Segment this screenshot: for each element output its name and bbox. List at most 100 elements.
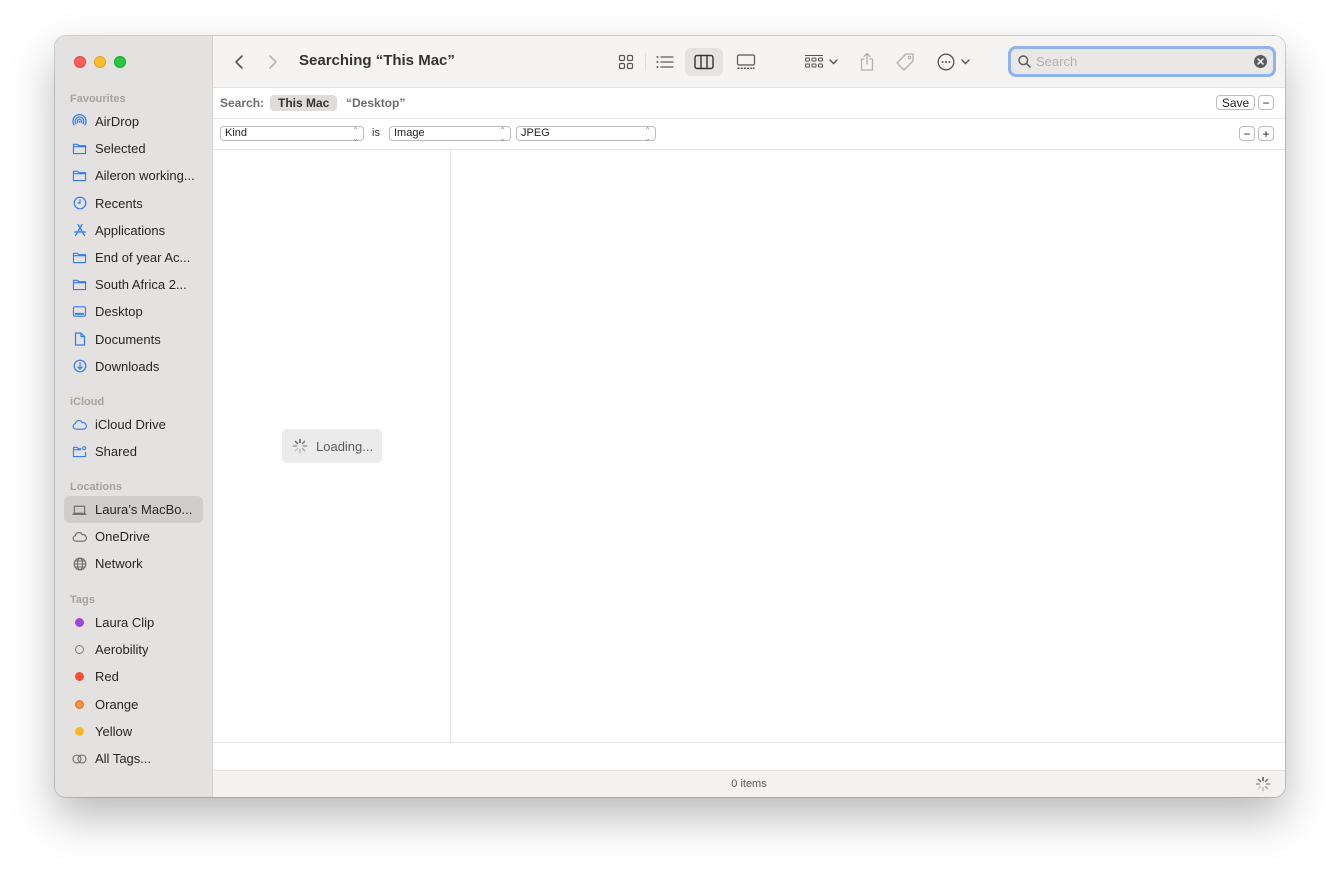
sidebar-tag-aerobility[interactable]: Aerobility — [64, 636, 203, 663]
close-icon — [1257, 58, 1264, 65]
folder-icon — [72, 141, 87, 156]
scope-desktop-button[interactable]: “Desktop” — [338, 95, 413, 111]
main-area: Searching “This Mac” Search Search: This… — [213, 36, 1285, 797]
sidebar-item-icloud-drive[interactable]: iCloud Drive — [64, 411, 203, 438]
sidebar-item-label: Applications — [95, 222, 166, 238]
sidebar-item-network[interactable]: Network — [64, 550, 203, 577]
criteria-subvalue-select[interactable]: JPEG ⌃ ⌃ — [516, 126, 656, 143]
sidebar-item-applications[interactable]: Applications — [64, 217, 203, 244]
toolbar-divider — [645, 53, 646, 71]
sidebar-item-aileron-working[interactable]: Aileron working... — [64, 162, 203, 189]
sidebar-item-documents[interactable]: Documents — [64, 326, 203, 353]
sidebar-item-label: Aerobility — [95, 642, 149, 658]
sidebar-item-label: Recents — [95, 195, 143, 211]
shared-folder-icon — [72, 444, 87, 459]
chevron-right-icon — [269, 55, 277, 69]
loading-indicator: Loading... — [282, 429, 382, 463]
updown-arrows-icon: ⌃ ⌃ — [499, 126, 506, 143]
forward-button[interactable] — [262, 50, 284, 74]
criteria-subvalue-text: JPEG — [521, 127, 550, 139]
tag-icon — [896, 53, 914, 71]
sidebar-tag-laura-clip[interactable]: Laura Clip — [64, 609, 203, 636]
group-button[interactable] — [801, 48, 841, 76]
sidebar-item-label: Downloads — [95, 358, 160, 374]
download-icon — [72, 359, 87, 374]
maximize-window-button[interactable] — [114, 56, 126, 68]
cloud-icon — [72, 417, 87, 432]
updown-arrows-icon: ⌃ ⌃ — [644, 126, 651, 143]
updown-arrows-icon: ⌃ ⌃ — [352, 126, 359, 143]
criteria-attribute-select[interactable]: Kind ⌃ ⌃ — [220, 126, 364, 143]
folder-icon — [72, 250, 87, 265]
criteria-operator-label: is — [372, 127, 380, 139]
toolbar: Searching “This Mac” — [213, 36, 1285, 88]
sidebar-section-locations: Locations Laura’s MacBo... OneDrive Netw… — [55, 478, 213, 578]
sidebar-item-selected[interactable]: Selected — [64, 135, 203, 162]
results-column-2[interactable] — [451, 150, 1285, 742]
sidebar-item-south-africa[interactable]: South Africa 2... — [64, 271, 203, 298]
sidebar-item-label: Selected — [95, 141, 146, 157]
sidebar-item-label: Laura’s MacBo... — [95, 502, 193, 518]
sidebar-item-desktop[interactable]: Desktop — [64, 298, 203, 325]
sidebar-item-label: Documents — [95, 331, 161, 347]
remove-search-button[interactable]: − — [1258, 95, 1274, 110]
scope-this-mac-button[interactable]: This Mac — [270, 95, 338, 111]
column-view-button[interactable] — [685, 48, 723, 76]
desktop-icon — [72, 304, 87, 319]
criteria-value-select[interactable]: Image ⌃ ⌃ — [389, 126, 511, 143]
tag-color-dot-orange-icon — [72, 697, 87, 712]
sidebar-tag-yellow[interactable]: Yellow — [64, 718, 203, 745]
chevron-left-icon — [235, 55, 243, 69]
clear-search-button[interactable] — [1254, 55, 1267, 68]
sidebar-item-macbook[interactable]: Laura’s MacBo... — [64, 496, 203, 524]
share-icon — [860, 52, 874, 71]
tag-button[interactable] — [891, 48, 919, 76]
sidebar-tag-red[interactable]: Red — [64, 663, 203, 690]
sidebar-item-airdrop[interactable]: AirDrop — [64, 108, 203, 135]
criteria-attribute-value: Kind — [225, 127, 248, 139]
results-column-1[interactable]: Loading... — [213, 150, 451, 742]
sidebar-item-downloads[interactable]: Downloads — [64, 353, 203, 380]
sidebar-item-recents[interactable]: Recents — [64, 190, 203, 217]
sidebar-item-onedrive[interactable]: OneDrive — [64, 523, 203, 550]
sidebar-item-label: Yellow — [95, 723, 133, 739]
list-view-button[interactable] — [650, 48, 680, 76]
save-search-button[interactable]: Save — [1216, 95, 1255, 110]
sidebar-item-end-of-year[interactable]: End of year Ac... — [64, 244, 203, 271]
sidebar-tag-orange[interactable]: Orange — [64, 691, 203, 718]
sidebar-item-label: iCloud Drive — [95, 417, 166, 433]
back-button[interactable] — [228, 50, 250, 74]
share-button[interactable] — [853, 48, 881, 76]
sidebar-item-label: Desktop — [95, 304, 143, 320]
remove-criteria-button[interactable]: − — [1239, 126, 1255, 141]
action-button[interactable] — [933, 48, 973, 76]
globe-icon — [72, 556, 87, 571]
chevron-down-icon — [960, 59, 970, 65]
gallery-view-button[interactable] — [727, 48, 765, 76]
sidebar-item-shared[interactable]: Shared — [64, 438, 203, 465]
sidebar-section-favourites: Favourites AirDrop Selected Aileron work… — [55, 90, 213, 380]
document-icon — [72, 332, 87, 347]
window-controls — [74, 56, 126, 68]
close-window-button[interactable] — [74, 56, 86, 68]
search-input[interactable] — [1036, 54, 1254, 69]
tag-color-dot-purple-icon — [72, 615, 87, 630]
airdrop-icon — [72, 114, 87, 129]
laptop-icon — [72, 502, 87, 517]
minimize-window-button[interactable] — [94, 56, 106, 68]
search-scope-bar: Search: This Mac “Desktop” Save − — [213, 88, 1285, 119]
window-title: Searching “This Mac” — [299, 52, 455, 69]
sidebar-item-label: Network — [95, 556, 143, 572]
results-area: Loading... — [213, 150, 1285, 742]
folder-icon — [72, 168, 87, 183]
cloud-icon — [72, 529, 87, 544]
sidebar: Favourites AirDrop Selected Aileron work… — [55, 36, 213, 797]
ellipsis-circle-icon — [937, 53, 954, 71]
search-field[interactable] — [1008, 46, 1276, 77]
sidebar-tag-all-tags[interactable]: All Tags... — [64, 745, 203, 772]
gallery-icon — [736, 54, 756, 69]
icon-view-button[interactable] — [611, 48, 641, 76]
tag-color-dot-yellow-icon — [72, 724, 87, 739]
add-criteria-button[interactable]: + — [1258, 126, 1274, 141]
spinner-icon — [292, 438, 308, 454]
